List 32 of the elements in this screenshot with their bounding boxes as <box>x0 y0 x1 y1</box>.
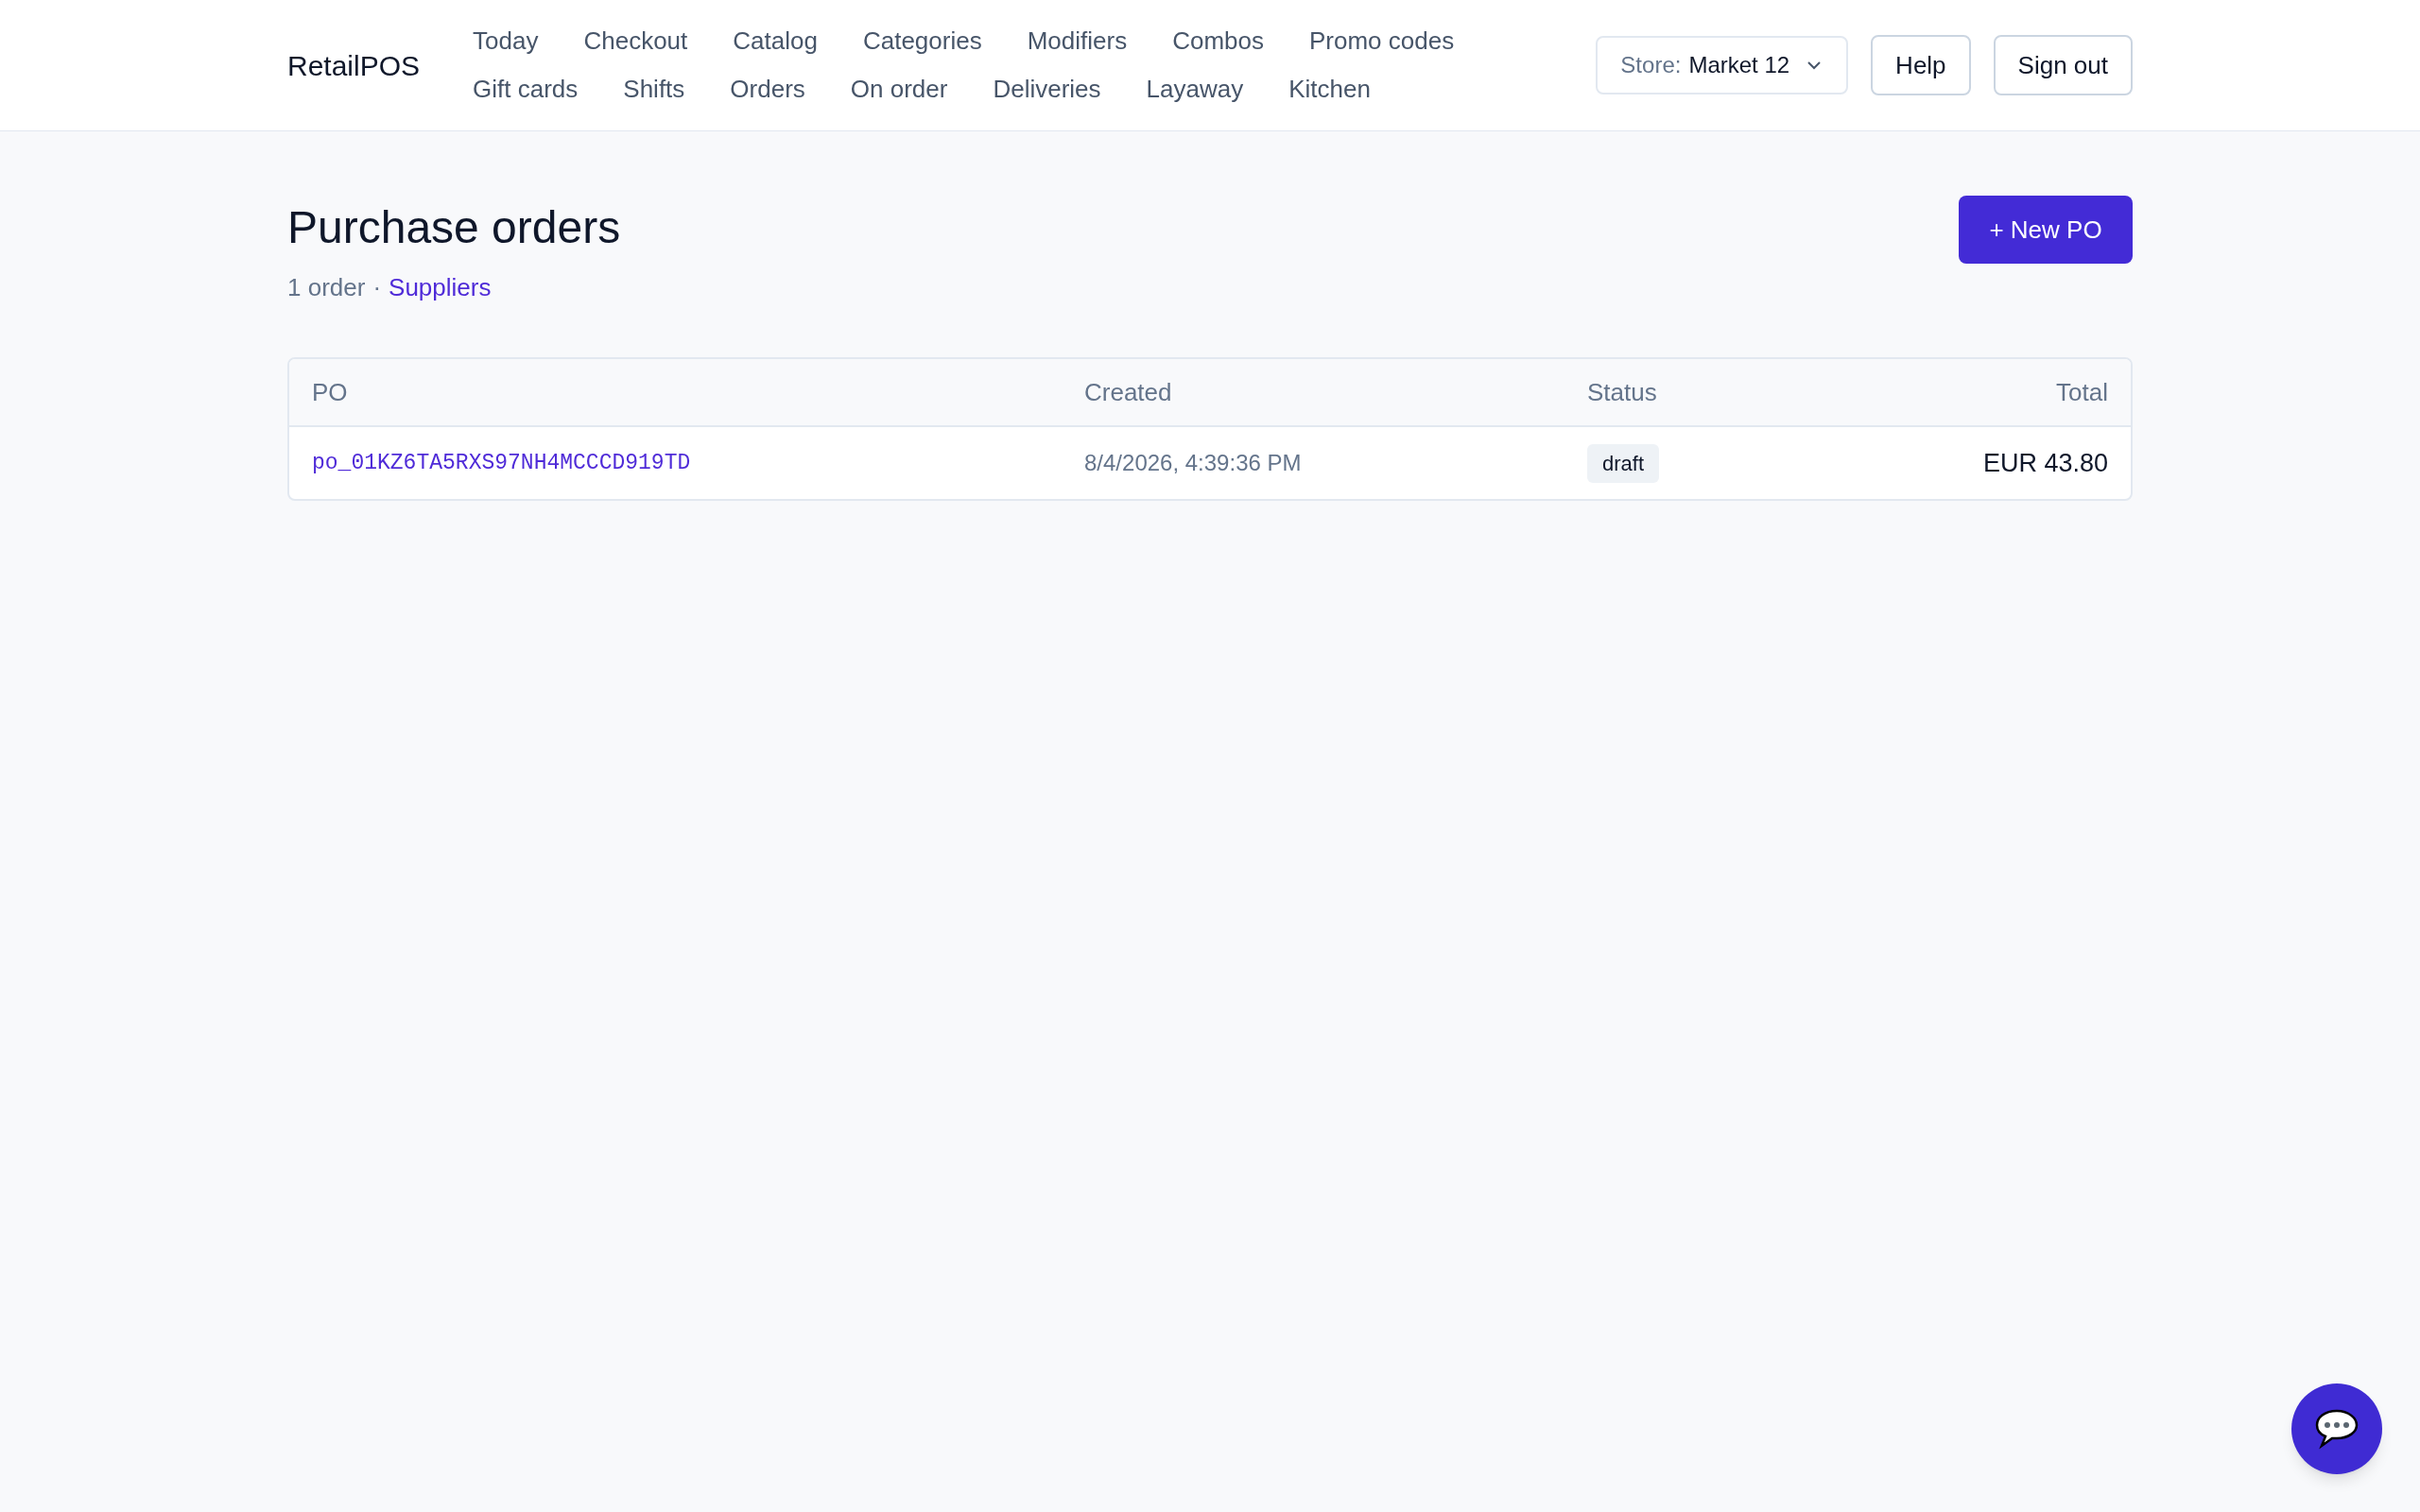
column-header: PO <box>312 377 348 406</box>
nav-link[interactable]: Layaway <box>1146 71 1244 108</box>
created-cell: 8/4/2026, 4:39:36 PM <box>1084 450 1302 475</box>
nav-link[interactable]: On order <box>850 71 948 108</box>
column-header: Total <box>2056 377 2108 406</box>
order-count: 1 order <box>287 272 366 303</box>
po-link[interactable]: po_01KZ6TA5RXS97NH4MCCCD919TD <box>312 450 691 475</box>
nav-link[interactable]: Categories <box>862 23 982 60</box>
page-title: Purchase orders <box>287 201 621 254</box>
nav-link[interactable]: Orders <box>730 71 805 108</box>
total-cell: EUR 43.80 <box>1982 448 2108 477</box>
nav-link[interactable]: Deliveries <box>993 71 1101 108</box>
nav-link[interactable]: Shifts <box>623 71 685 108</box>
brand-name[interactable]: RetailPOS <box>287 43 421 87</box>
nav-link[interactable]: Combos <box>1172 23 1264 60</box>
status-badge: draft <box>1587 443 1660 483</box>
nav-link[interactable]: Catalog <box>733 23 818 60</box>
sign-out-button[interactable]: Sign out <box>1993 35 2133 95</box>
speech-bubble-icon <box>2313 1408 2360 1450</box>
nav-link[interactable]: Checkout <box>583 23 688 60</box>
nav-link[interactable]: Gift cards <box>473 71 579 108</box>
nav-link[interactable]: Today <box>473 23 539 60</box>
column-header: Status <box>1587 377 1657 406</box>
new-po-button[interactable]: + New PO <box>1959 196 2133 264</box>
separator-dot: · <box>372 272 382 303</box>
nav-link[interactable]: Modifiers <box>1027 23 1128 60</box>
store-select[interactable]: Store: Market 12 <box>1596 36 1849 94</box>
nav-link[interactable]: Kitchen <box>1288 71 1371 108</box>
column-header: Created <box>1084 377 1172 406</box>
nav-link[interactable]: Promo codes <box>1308 23 1455 60</box>
suppliers-link[interactable]: Suppliers <box>389 269 492 306</box>
help-button[interactable]: Help <box>1871 35 1971 95</box>
